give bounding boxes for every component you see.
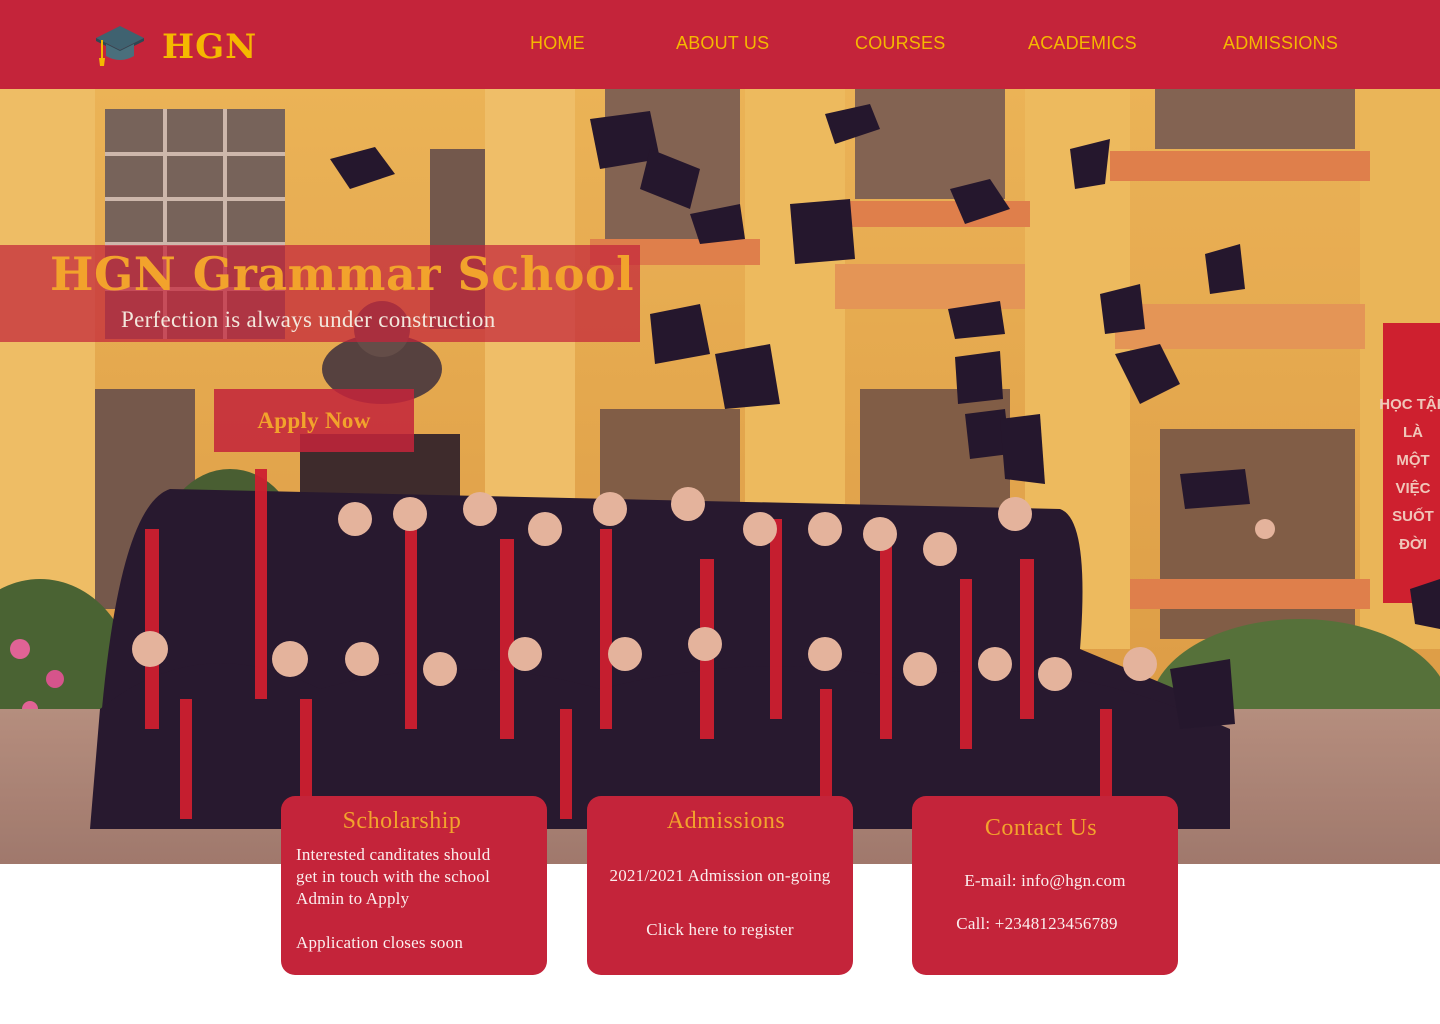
nav-academics[interactable]: ACADEMICS: [1028, 33, 1137, 54]
site-header: HGN HOME ABOUT US COURSES ACADEMICS ADMI…: [0, 0, 1440, 89]
scholarship-line-1: Interested canditates should: [296, 845, 491, 864]
nav-admissions[interactable]: ADMISSIONS: [1223, 33, 1338, 54]
nav-about-us[interactable]: ABOUT US: [676, 33, 769, 54]
hero-tint: [0, 89, 1440, 864]
scholarship-line-2: get in touch with the school: [296, 867, 490, 886]
admissions-card: Admissions 2021/2021 Admission on-going …: [587, 796, 853, 975]
nav-home[interactable]: HOME: [530, 33, 585, 54]
contact-title: Contact Us: [984, 815, 1098, 841]
admissions-title: Admissions: [666, 808, 786, 834]
register-link[interactable]: Click here to register: [587, 919, 853, 941]
main-nav: HOME ABOUT US COURSES ACADEMICS ADMISSIO…: [0, 0, 1440, 89]
apply-now-button[interactable]: Apply Now: [214, 389, 414, 452]
hero-subtitle: Perfection is always under construction: [121, 307, 496, 332]
hero-section: HỌC TẬP LÀ MỘT VIỆC SUỐT ĐỜI HGN Grammar…: [0, 89, 1440, 864]
contact-phone[interactable]: Call: +2348123456789: [904, 913, 1170, 935]
contact-email[interactable]: E-mail: info@hgn.com: [912, 870, 1178, 892]
scholarship-note: Application closes soon: [296, 933, 464, 952]
contact-card: Contact Us E-mail: info@hgn.com Call: +2…: [912, 796, 1178, 975]
scholarship-title: Scholarship: [342, 808, 462, 834]
admissions-status: 2021/2021 Admission on-going: [609, 866, 831, 885]
scholarship-line-3: Admin to Apply: [296, 889, 410, 908]
nav-courses[interactable]: COURSES: [855, 33, 945, 54]
hero-title: HGN Grammar School: [50, 247, 635, 301]
scholarship-card: Scholarship Interested canditates should…: [281, 796, 547, 975]
